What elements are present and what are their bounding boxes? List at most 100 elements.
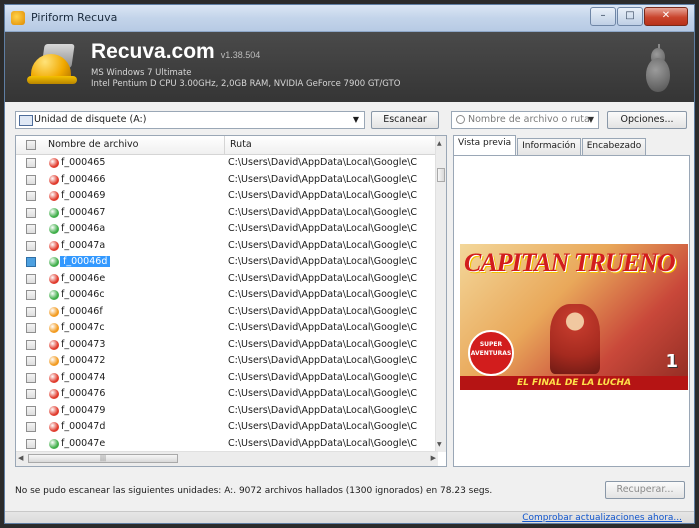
column-divider[interactable] xyxy=(224,136,225,154)
file-path: C:\Users\David\AppData\Local\Google\C xyxy=(228,239,418,251)
table-row[interactable]: f_000479 C:\Users\David\AppData\Local\Goo… xyxy=(16,403,438,420)
recovery-state-icon xyxy=(49,405,59,416)
chevron-down-icon: ▼ xyxy=(352,115,359,124)
os-info: MS Windows 7 Ultimate xyxy=(91,68,192,78)
table-row[interactable]: f_00047c C:\Users\David\AppData\Local\Goo… xyxy=(16,320,438,337)
close-button[interactable]: ✕ xyxy=(644,7,688,26)
file-path: C:\Users\David\AppData\Local\Google\C xyxy=(228,272,418,284)
table-row[interactable]: f_00046d C:\Users\David\AppData\Local\Goo… xyxy=(16,254,438,271)
row-checkbox[interactable] xyxy=(26,323,36,333)
table-row[interactable]: f_00046c C:\Users\David\AppData\Local\Goo… xyxy=(16,287,438,304)
file-path: C:\Users\David\AppData\Local\Google\C xyxy=(228,371,418,383)
row-checkbox[interactable] xyxy=(26,422,36,432)
search-dropdown-icon[interactable]: ▼ xyxy=(588,112,594,128)
maximize-button[interactable]: □ xyxy=(617,7,643,26)
row-checkbox[interactable] xyxy=(26,372,36,383)
file-path: C:\Users\David\AppData\Local\Google\C xyxy=(228,223,418,234)
file-name: f_000473 xyxy=(61,338,106,350)
select-all-checkbox[interactable] xyxy=(26,140,36,150)
table-row[interactable]: f_00046f C:\Users\David\AppData\Local\Goo… xyxy=(16,304,438,321)
check-updates-link[interactable]: Comprobar actualizaciones ahora... xyxy=(522,513,682,523)
row-checkbox[interactable] xyxy=(26,224,36,234)
table-row[interactable]: f_000473 C:\Users\David\AppData\Local\Goo… xyxy=(16,337,438,354)
window-controls: – □ ✕ xyxy=(589,7,688,26)
row-checkbox[interactable] xyxy=(26,191,36,201)
search-input[interactable]: Nombre de archivo o ruta ▼ xyxy=(451,111,599,129)
row-checkbox[interactable] xyxy=(26,257,36,267)
row-checkbox[interactable] xyxy=(26,174,36,185)
table-row[interactable]: f_000472 C:\Users\David\AppData\Local\Goo… xyxy=(16,353,438,370)
row-checkbox[interactable] xyxy=(26,240,36,251)
system-info: MS Windows 7 Ultimate Intel Pentium D CP… xyxy=(91,68,400,90)
tab-0[interactable]: Vista previa xyxy=(453,135,517,157)
table-row[interactable]: f_000476 C:\Users\David\AppData\Local\Goo… xyxy=(16,386,438,403)
file-name: f_000467 xyxy=(61,206,106,218)
scan-button[interactable]: Escanear xyxy=(371,111,439,129)
column-filename[interactable]: Nombre de archivo xyxy=(48,139,139,150)
title-bar[interactable]: Piriform Recuva – □ ✕ xyxy=(5,5,694,32)
file-name: f_00046a xyxy=(61,223,106,234)
table-row[interactable]: f_000465 C:\Users\David\AppData\Local\Goo… xyxy=(16,155,438,172)
file-name: f_00047a xyxy=(61,239,106,251)
comic-subtitle: EL FINAL DE LA LUCHA xyxy=(460,376,688,390)
horizontal-scroll-thumb[interactable]: ||| xyxy=(28,454,178,463)
file-path: C:\Users\David\AppData\Local\Google\C xyxy=(228,190,418,201)
vertical-scrollbar[interactable]: ▲ ▼ xyxy=(435,136,446,452)
file-list: Nombre de archivo Ruta f_000465 C:\Users\… xyxy=(15,135,447,467)
table-row[interactable]: f_000466 C:\Users\David\AppData\Local\Goo… xyxy=(16,172,438,189)
horizontal-scrollbar[interactable]: ◀ ||| ▶ xyxy=(16,451,438,466)
file-path: C:\Users\David\AppData\Local\Google\C xyxy=(228,157,418,168)
file-name: f_000472 xyxy=(61,355,106,366)
recovery-state-icon xyxy=(49,290,59,300)
file-path: C:\Users\David\AppData\Local\Google\C xyxy=(228,437,418,449)
recuva-logo-icon xyxy=(25,40,81,96)
recovery-state-icon xyxy=(49,273,59,284)
file-path: C:\Users\David\AppData\Local\Google\C xyxy=(228,421,418,432)
scroll-down-icon[interactable]: ▼ xyxy=(437,441,442,448)
table-row[interactable]: f_000474 C:\Users\David\AppData\Local\Goo… xyxy=(16,370,438,387)
table-row[interactable]: f_00047d C:\Users\David\AppData\Local\Goo… xyxy=(16,419,438,436)
recovery-state-icon xyxy=(49,224,59,234)
vertical-scroll-thumb[interactable] xyxy=(437,168,445,182)
preview-panel: Vista previa Información Encabezado CAPITA… xyxy=(453,135,690,467)
recovery-state-icon xyxy=(49,158,59,168)
window-title: Piriform Recuva xyxy=(31,11,118,24)
file-name: f_00047e xyxy=(61,437,106,449)
table-row[interactable]: f_000469 C:\Users\David\AppData\Local\Goo… xyxy=(16,188,438,205)
row-checkbox[interactable] xyxy=(26,356,36,366)
hardware-info: Intel Pentium D CPU 3.00GHz, 2,0GB RAM, … xyxy=(91,79,401,89)
version-label: v1.38.504 xyxy=(220,50,261,60)
file-name: f_000466 xyxy=(61,173,106,185)
table-row[interactable]: f_000467 C:\Users\David\AppData\Local\Goo… xyxy=(16,205,438,222)
row-checkbox[interactable] xyxy=(26,290,36,300)
table-row[interactable]: f_00046a C:\Users\David\AppData\Local\Goo… xyxy=(16,221,438,238)
preview-tabs: Vista previa Información Encabezado xyxy=(453,135,647,157)
column-path[interactable]: Ruta xyxy=(230,139,252,150)
table-row[interactable]: f_00046e C:\Users\David\AppData\Local\Goo… xyxy=(16,271,438,288)
minimize-button[interactable]: – xyxy=(590,7,616,26)
app-header: Recuva.com v1.38.504 MS Windows 7 Ultimat… xyxy=(5,32,694,102)
file-rows: f_000465 C:\Users\David\AppData\Local\Goo… xyxy=(16,155,438,452)
row-checkbox[interactable] xyxy=(26,158,36,168)
recovery-state-icon xyxy=(49,389,59,399)
scroll-left-icon[interactable]: ◀ xyxy=(18,454,23,462)
recovery-state-icon xyxy=(49,422,59,432)
row-checkbox[interactable] xyxy=(26,273,36,284)
scroll-up-icon[interactable]: ▲ xyxy=(437,140,442,147)
drive-select-value: Unidad de disquete (A:) xyxy=(34,114,147,125)
recovery-state-icon xyxy=(49,191,59,201)
row-checkbox[interactable] xyxy=(26,405,36,416)
row-checkbox[interactable] xyxy=(26,339,36,350)
recover-button[interactable]: Recuperar... xyxy=(605,481,685,499)
scroll-right-icon[interactable]: ▶ xyxy=(431,454,436,462)
preview-image: CAPITAN TRUENO SUPER AVENTURAS 1 EL FINA… xyxy=(460,244,688,390)
drive-select[interactable]: Unidad de disquete (A:) ▼ xyxy=(15,111,365,129)
table-row[interactable]: f_00047e C:\Users\David\AppData\Local\Goo… xyxy=(16,436,438,453)
table-row[interactable]: f_00047a C:\Users\David\AppData\Local\Goo… xyxy=(16,238,438,255)
row-checkbox[interactable] xyxy=(26,207,36,218)
row-checkbox[interactable] xyxy=(26,389,36,399)
row-checkbox[interactable] xyxy=(26,438,36,449)
row-checkbox[interactable] xyxy=(26,306,36,317)
options-button[interactable]: Opciones... xyxy=(607,111,687,129)
brand-title: Recuva.com v1.38.504 xyxy=(91,40,260,64)
